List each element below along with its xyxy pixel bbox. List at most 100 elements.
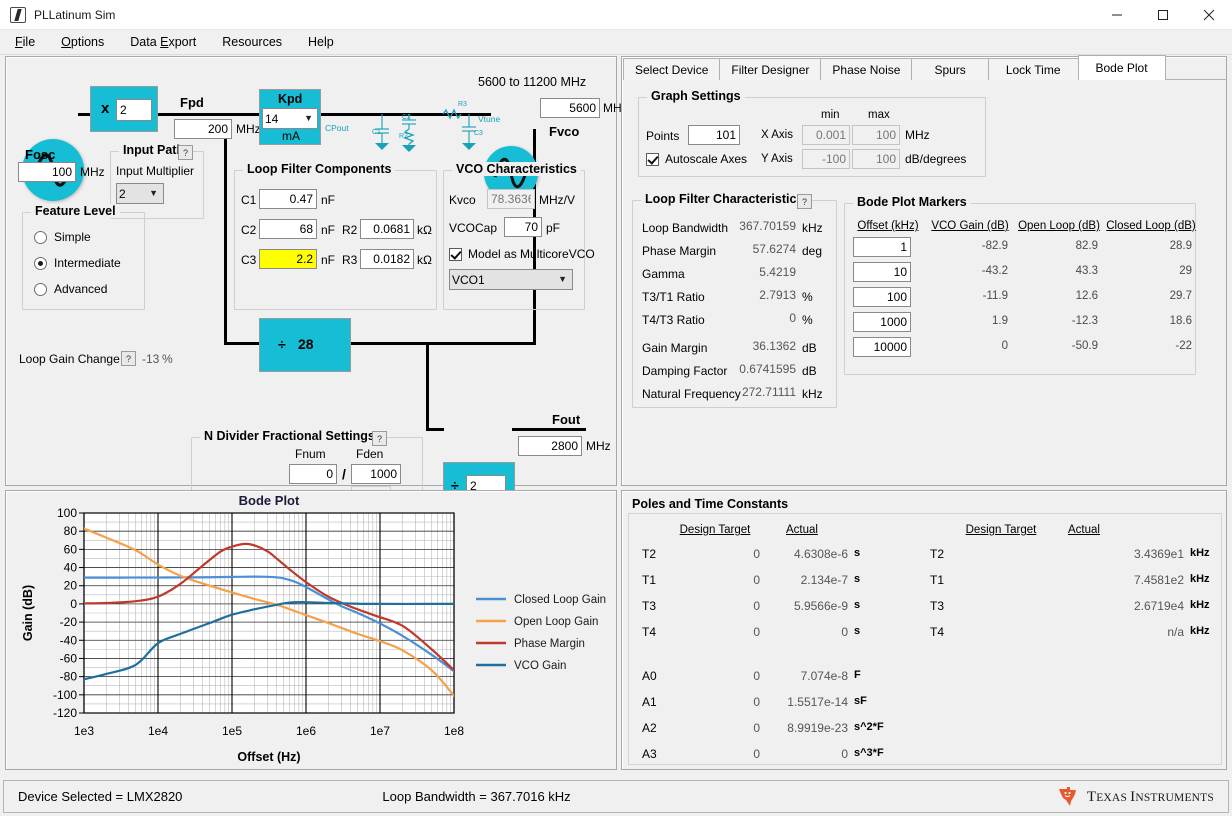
multicore-vco-checkbox[interactable] (449, 248, 462, 261)
lfc-name-1: Phase Margin (642, 244, 716, 258)
svg-text:VCO Gain: VCO Gain (514, 660, 566, 672)
poles-right-unit-3: kHz (1190, 625, 1210, 637)
autoscale-axes-row[interactable]: Autoscale Axes (646, 152, 747, 166)
tab-filter-designer[interactable]: Filter Designer (719, 58, 821, 80)
feature-level-advanced[interactable]: Advanced (34, 282, 107, 296)
poles-a-name-2: A2 (642, 721, 657, 735)
x-axis-min-input[interactable] (802, 125, 850, 145)
points-input[interactable] (688, 125, 740, 145)
marker-offset-input-0[interactable] (853, 237, 911, 257)
svg-text:Open Loop Gain: Open Loop Gain (514, 616, 598, 628)
poles-left-name-2: T3 (642, 599, 656, 613)
vco-range-label: 5600 to 11200 MHz (478, 75, 586, 89)
marker-offset-input-1[interactable] (853, 262, 911, 282)
marker-closed-loop-0: 28.9 (1110, 240, 1192, 252)
c3-input[interactable] (259, 249, 317, 269)
loop-filter-characteristics-help-icon[interactable]: ? (797, 194, 812, 209)
svg-text:1e6: 1e6 (296, 724, 316, 738)
menu-file[interactable]: File (4, 32, 46, 52)
r2-input[interactable] (360, 219, 414, 239)
radio-advanced[interactable] (34, 283, 47, 296)
fosc-unit: MHz (80, 165, 105, 179)
fout-input[interactable] (518, 436, 582, 456)
feature-level-advanced-label: Advanced (54, 282, 107, 296)
multicore-vco-checkbox-row[interactable]: Model as MulticoreVCO (449, 247, 595, 261)
lfc-value-0: 367.70159 (726, 219, 796, 233)
radio-simple[interactable] (34, 231, 47, 244)
r2-schematic-label: R2 (399, 133, 408, 140)
tab-bode-plot[interactable]: Bode Plot (1078, 55, 1166, 80)
poles-right-unit-1: kHz (1190, 573, 1210, 585)
r3-input[interactable] (360, 249, 414, 269)
fvco-input[interactable] (540, 98, 600, 118)
fnum-input[interactable] (289, 464, 337, 484)
lfc-unit-1: deg (802, 244, 822, 258)
marker-offset-input-4[interactable] (853, 337, 911, 357)
svg-text:-80: -80 (60, 670, 78, 684)
poles-right-unit-0: kHz (1190, 547, 1210, 559)
ti-brand-exas: EXAS (1096, 792, 1130, 804)
input-multiplier-select[interactable]: 2 (116, 183, 164, 204)
feature-level-simple[interactable]: Simple (34, 230, 91, 244)
marker-vco-gain-4: 0 (932, 340, 1008, 352)
lfc-unit-4: % (802, 313, 813, 327)
wire-mult-to-kpd (158, 113, 263, 116)
fout-label: Fout (552, 412, 580, 427)
y-axis-max-input[interactable] (852, 149, 900, 169)
poles-left-target-3: 0 (670, 625, 760, 639)
marker-closed-loop-3: 18.6 (1110, 315, 1192, 327)
vco-select[interactable]: VCO1 (449, 269, 573, 290)
fden-input[interactable] (351, 464, 401, 484)
marker-vco-gain-3: 1.9 (932, 315, 1008, 327)
feature-level-simple-label: Simple (54, 230, 91, 244)
minimize-button[interactable] (1094, 0, 1140, 30)
maximize-button[interactable] (1140, 0, 1186, 30)
kpd-unit: mA (282, 129, 300, 143)
input-path-help-icon[interactable]: ? (178, 145, 193, 160)
poles-right-actual-1: 7.4581e2 (1092, 573, 1184, 587)
menu-options[interactable]: Options (50, 32, 115, 52)
tab-select-device[interactable]: Select Device (623, 58, 720, 80)
svg-text:Offset (Hz): Offset (Hz) (237, 750, 300, 764)
radio-intermediate[interactable] (34, 257, 47, 270)
poles-a-target-1: 0 (670, 695, 760, 709)
x-axis-max-input[interactable] (852, 125, 900, 145)
svg-text:-100: -100 (53, 688, 77, 702)
n-divider-help-icon[interactable]: ? (372, 431, 387, 446)
menu-data-export[interactable]: Data Export (119, 32, 207, 52)
feature-level-intermediate[interactable]: Intermediate (34, 256, 121, 270)
poles-a-unit-0: F (854, 669, 861, 681)
y-axis-min-input[interactable] (802, 149, 850, 169)
poles-right-actual-0: 3.4369e1 (1092, 547, 1184, 561)
menu-help[interactable]: Help (297, 32, 345, 52)
tab-lock-time[interactable]: Lock Time (988, 58, 1079, 80)
svg-text:100: 100 (57, 506, 77, 520)
loop-gain-change-help-icon[interactable]: ? (121, 351, 136, 366)
close-button[interactable] (1186, 0, 1232, 30)
svg-text:60: 60 (64, 542, 78, 556)
lfc-name-3: T3/T1 Ratio (642, 290, 705, 304)
vcocap-input[interactable] (504, 217, 542, 237)
poles-left-actual-1: 2.134e-7 (762, 573, 848, 587)
autoscale-axes-checkbox[interactable] (646, 153, 659, 166)
c2-unit: nF (321, 223, 335, 237)
input-multiplier-value[interactable] (116, 99, 152, 121)
svg-text:1e8: 1e8 (444, 724, 464, 738)
fosc-input[interactable] (18, 162, 76, 182)
svg-text:1e4: 1e4 (148, 724, 168, 738)
tab-phase-noise[interactable]: Phase Noise (820, 58, 912, 80)
c1-input[interactable] (259, 189, 317, 209)
kpd-select[interactable]: 14 (262, 108, 318, 129)
svg-text:Gain (dB): Gain (dB) (21, 585, 35, 641)
cpout-label: CPout (325, 123, 349, 133)
c2-input[interactable] (259, 219, 317, 239)
marker-offset-input-3[interactable] (853, 312, 911, 332)
marker-offset-input-2[interactable] (853, 287, 911, 307)
poles-right-name-1: T1 (930, 573, 944, 587)
poles-left-name-3: T4 (642, 625, 656, 639)
vtune-label: Vtune (478, 114, 500, 124)
n-divider-value: 28 (298, 336, 314, 352)
fpd-input[interactable] (174, 119, 232, 139)
menu-resources[interactable]: Resources (211, 32, 293, 52)
tab-spurs[interactable]: Spurs (911, 58, 988, 80)
